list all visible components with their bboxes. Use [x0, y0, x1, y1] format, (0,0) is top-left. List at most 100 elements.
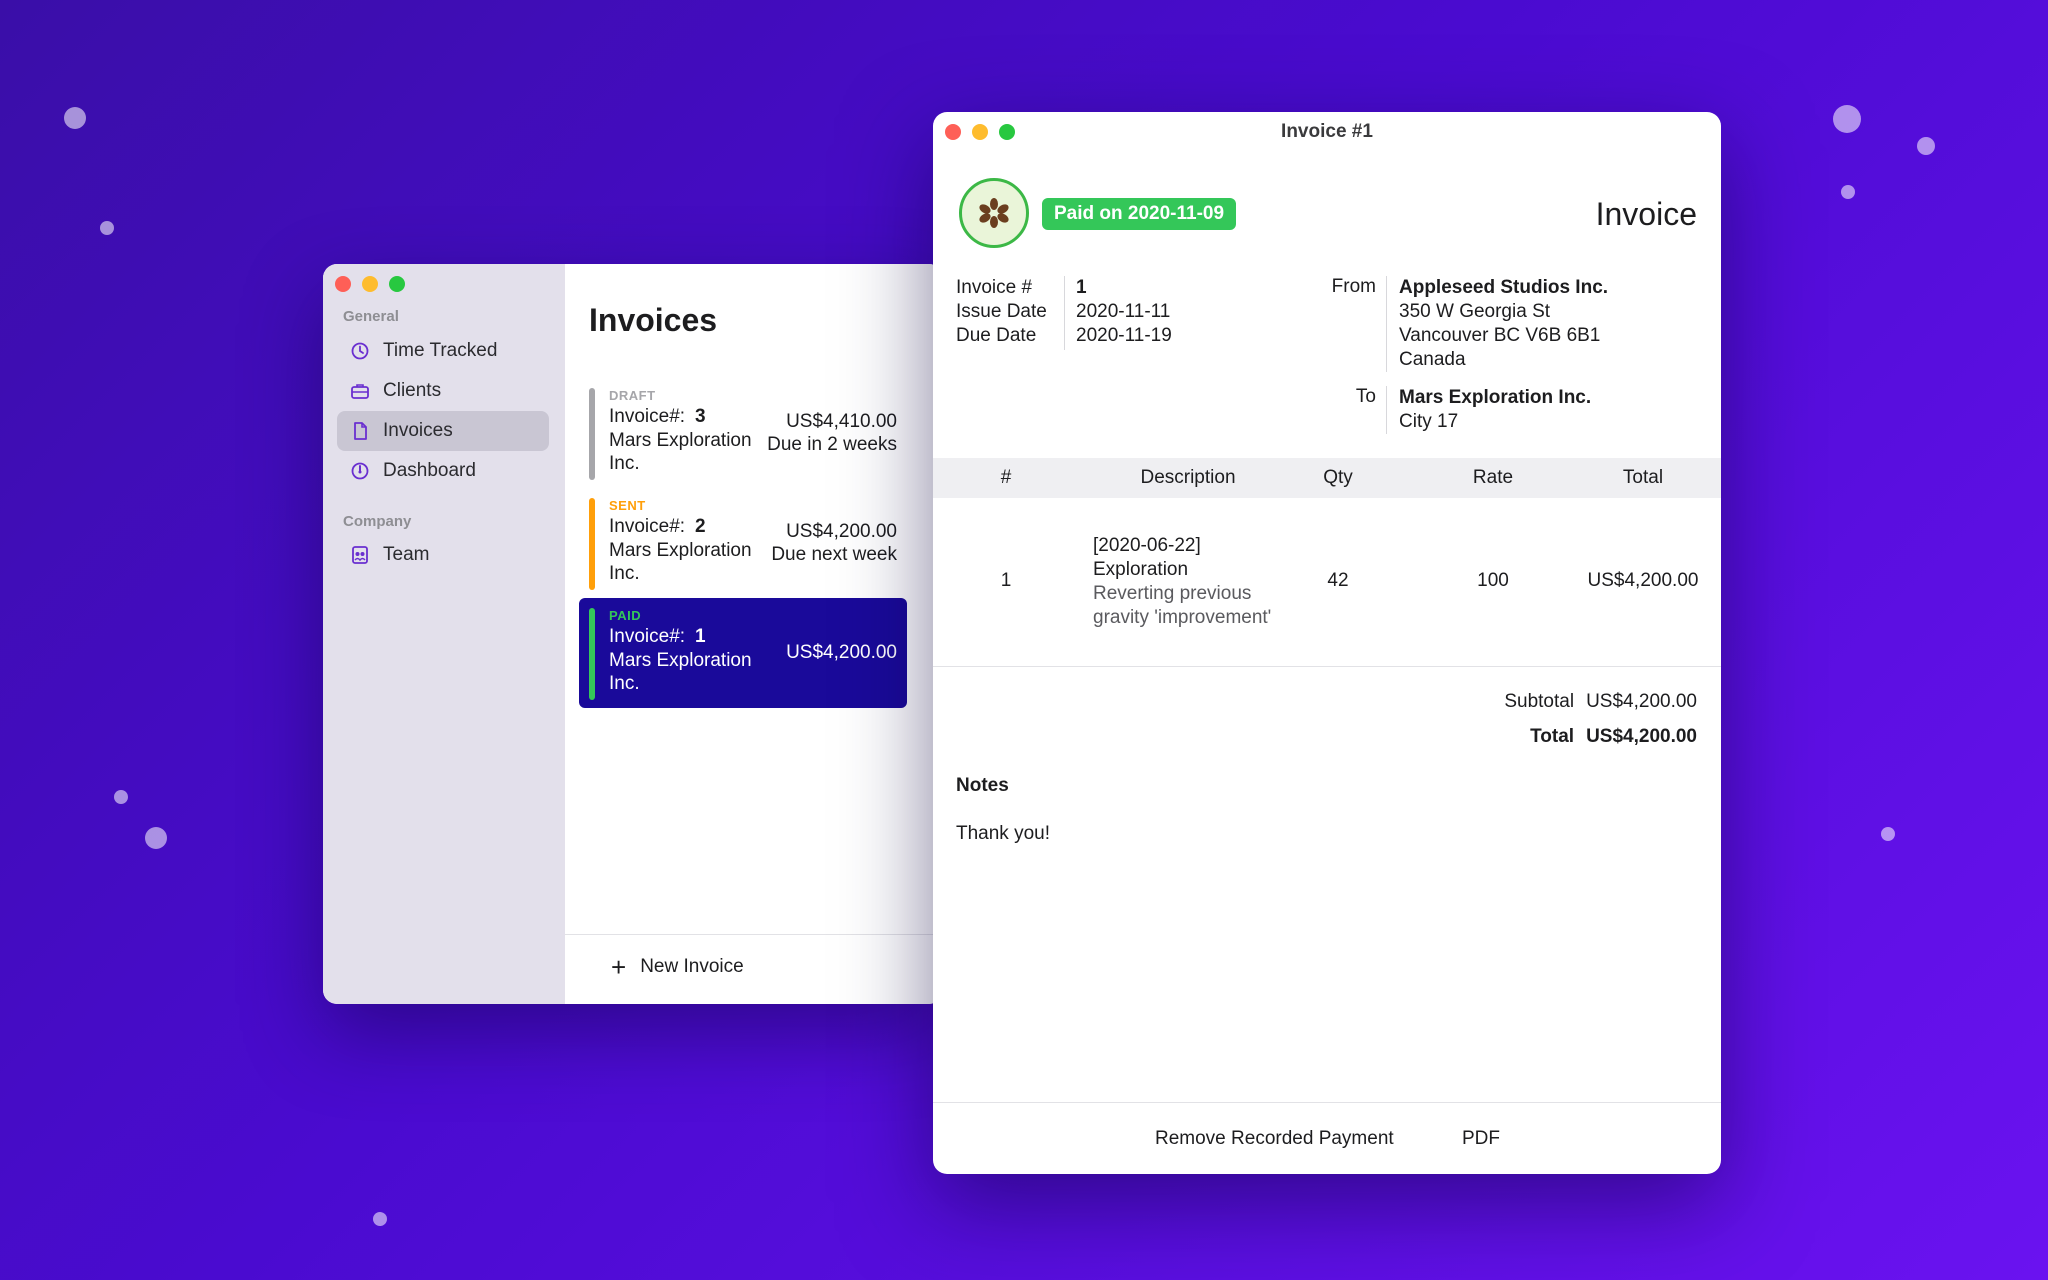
sidebar-item-time-tracked[interactable]: Time Tracked — [337, 331, 549, 371]
sidebar-item-label: Time Tracked — [383, 340, 498, 361]
minimize-button[interactable] — [362, 276, 378, 292]
page-title: Invoices — [589, 302, 718, 338]
sidebar-item-invoices[interactable]: Invoices — [337, 411, 549, 451]
plus-icon: + — [611, 952, 627, 982]
window-title: Invoice #1 — [1281, 121, 1373, 142]
status-bar — [589, 388, 595, 480]
to-address: Mars Exploration Inc. City 17 — [1399, 386, 1591, 434]
background-dot — [64, 107, 86, 129]
total-value: US$4,200.00 — [1586, 726, 1697, 747]
to-company-name: Mars Exploration Inc. — [1399, 387, 1592, 408]
row-description: [2020-06-22] Exploration Reverting previ… — [1093, 534, 1273, 630]
sidebar-item-team[interactable]: Team — [337, 535, 549, 575]
new-invoice-label: New Invoice — [640, 956, 744, 977]
background-dot — [373, 1212, 387, 1226]
from-company-name: Appleseed Studios Inc. — [1399, 277, 1609, 298]
background-dot — [1841, 185, 1855, 199]
document-icon — [349, 420, 371, 442]
meta-values: 1 2020-11-11 2020-11-19 — [1076, 276, 1172, 348]
window-controls — [335, 276, 405, 292]
invoice-number-value: 3 — [695, 406, 706, 427]
remove-recorded-payment-button[interactable]: Remove Recorded Payment — [1155, 1128, 1394, 1150]
subtotal-label: Subtotal — [1504, 691, 1575, 712]
divider — [1064, 276, 1065, 350]
close-button[interactable] — [335, 276, 351, 292]
gauge-icon — [349, 460, 371, 482]
client-name: Mars Exploration Inc. — [609, 430, 752, 474]
table-row: 1 [2020-06-22] Exploration Reverting pre… — [933, 522, 1721, 642]
invoice-list-pane: Invoices DRAFT Invoice#: 3 Mars Explorati… — [565, 264, 943, 1004]
invoice-number-value: 1 — [1076, 277, 1087, 298]
client-name: Mars Exploration Inc. — [609, 650, 752, 694]
subtotal-row: Subtotal US$4,200.00 — [1504, 691, 1697, 713]
invoice-list-item-selected[interactable]: PAID Invoice#: 1 Mars Exploration Inc. US… — [579, 598, 907, 708]
sidebar-item-label: Team — [383, 544, 430, 565]
invoice-number-prefix: Invoice#: — [609, 516, 686, 537]
row-description-detail: Reverting previous gravity 'improvement' — [1093, 583, 1272, 628]
invoice-amount: US$4,200.00 — [786, 642, 897, 663]
briefcase-icon — [349, 380, 371, 402]
row-number: 1 — [1000, 570, 1012, 591]
section-company-label: Company — [343, 513, 412, 530]
column-header-number: # — [1000, 467, 1012, 488]
total-row: Total US$4,200.00 — [1530, 726, 1697, 748]
invoice-number-value: 1 — [695, 626, 706, 647]
background-dot — [1881, 827, 1895, 841]
line-items-header: # Description Qty Rate Total — [933, 458, 1721, 498]
total-label: Total — [1530, 726, 1575, 747]
from-address: Appleseed Studios Inc. 350 W Georgia St … — [1399, 276, 1608, 372]
divider — [1386, 276, 1387, 372]
invoice-number: Invoice#: 2 — [609, 516, 706, 538]
background-dot — [1917, 137, 1935, 155]
from-label: From — [1331, 276, 1376, 297]
sidebar-item-clients[interactable]: Clients — [337, 371, 549, 411]
paid-status-badge: Paid on 2020-11-09 — [1042, 198, 1237, 230]
team-icon — [349, 544, 371, 566]
row-description-title: [2020-06-22] Exploration — [1093, 535, 1201, 580]
column-header-qty: Qty — [1323, 467, 1353, 488]
document-heading: Invoice — [1595, 196, 1697, 232]
divider — [1386, 386, 1387, 434]
column-header-description: Description — [1140, 467, 1236, 488]
invoice-amount: US$4,410.00 — [786, 411, 897, 432]
invoice-number-prefix: Invoice#: — [609, 406, 686, 427]
due-text: Due next week — [771, 544, 897, 565]
row-total: US$4,200.00 — [1587, 570, 1699, 591]
invoice-list-item[interactable]: SENT Invoice#: 2 Mars Exploration Inc. US… — [579, 488, 907, 598]
invoice-number-label: Invoice # — [956, 277, 1033, 298]
section-general-label: General — [343, 308, 399, 325]
due-text: Due in 2 weeks — [767, 434, 897, 455]
company-logo-icon — [959, 178, 1029, 248]
background-dot — [100, 221, 114, 235]
status-bar — [589, 498, 595, 590]
invoice-number: Invoice#: 3 — [609, 406, 706, 428]
invoice-number-prefix: Invoice#: — [609, 626, 686, 647]
background-dot — [114, 790, 128, 804]
notes-text: Thank you! — [956, 823, 1050, 844]
divider — [933, 1102, 1721, 1103]
sidebar-item-label: Clients — [383, 380, 442, 401]
zoom-button[interactable] — [389, 276, 405, 292]
background-dot — [1833, 105, 1861, 133]
sidebar-item-label: Dashboard — [383, 460, 476, 481]
row-qty: 42 — [1327, 570, 1349, 591]
main-window: General Time Tracked Clients Invoices Da… — [323, 264, 943, 1004]
issue-date-label: Issue Date — [956, 301, 1047, 322]
from-address-line: Canada — [1399, 349, 1466, 370]
pdf-button[interactable]: PDF — [1462, 1128, 1500, 1150]
invoice-amount: US$4,200.00 — [786, 521, 897, 542]
invoice-number-value: 2 — [695, 516, 706, 537]
status-label: PAID — [609, 608, 642, 623]
meta-labels: Invoice # Issue Date Due Date — [956, 276, 1047, 348]
column-header-rate: Rate — [1472, 467, 1514, 488]
column-header-total: Total — [1622, 467, 1664, 488]
from-address-line: Vancouver BC V6B 6B1 — [1399, 325, 1601, 346]
new-invoice-button[interactable]: + New Invoice — [611, 952, 744, 982]
row-rate: 100 — [1477, 570, 1509, 591]
subtotal-value: US$4,200.00 — [1586, 691, 1697, 712]
issue-date-value: 2020-11-11 — [1076, 301, 1171, 322]
invoice-list-item[interactable]: DRAFT Invoice#: 3 Mars Exploration Inc. U… — [579, 378, 907, 488]
to-label: To — [1355, 386, 1376, 407]
status-label: SENT — [609, 498, 646, 513]
sidebar-item-dashboard[interactable]: Dashboard — [337, 451, 549, 491]
